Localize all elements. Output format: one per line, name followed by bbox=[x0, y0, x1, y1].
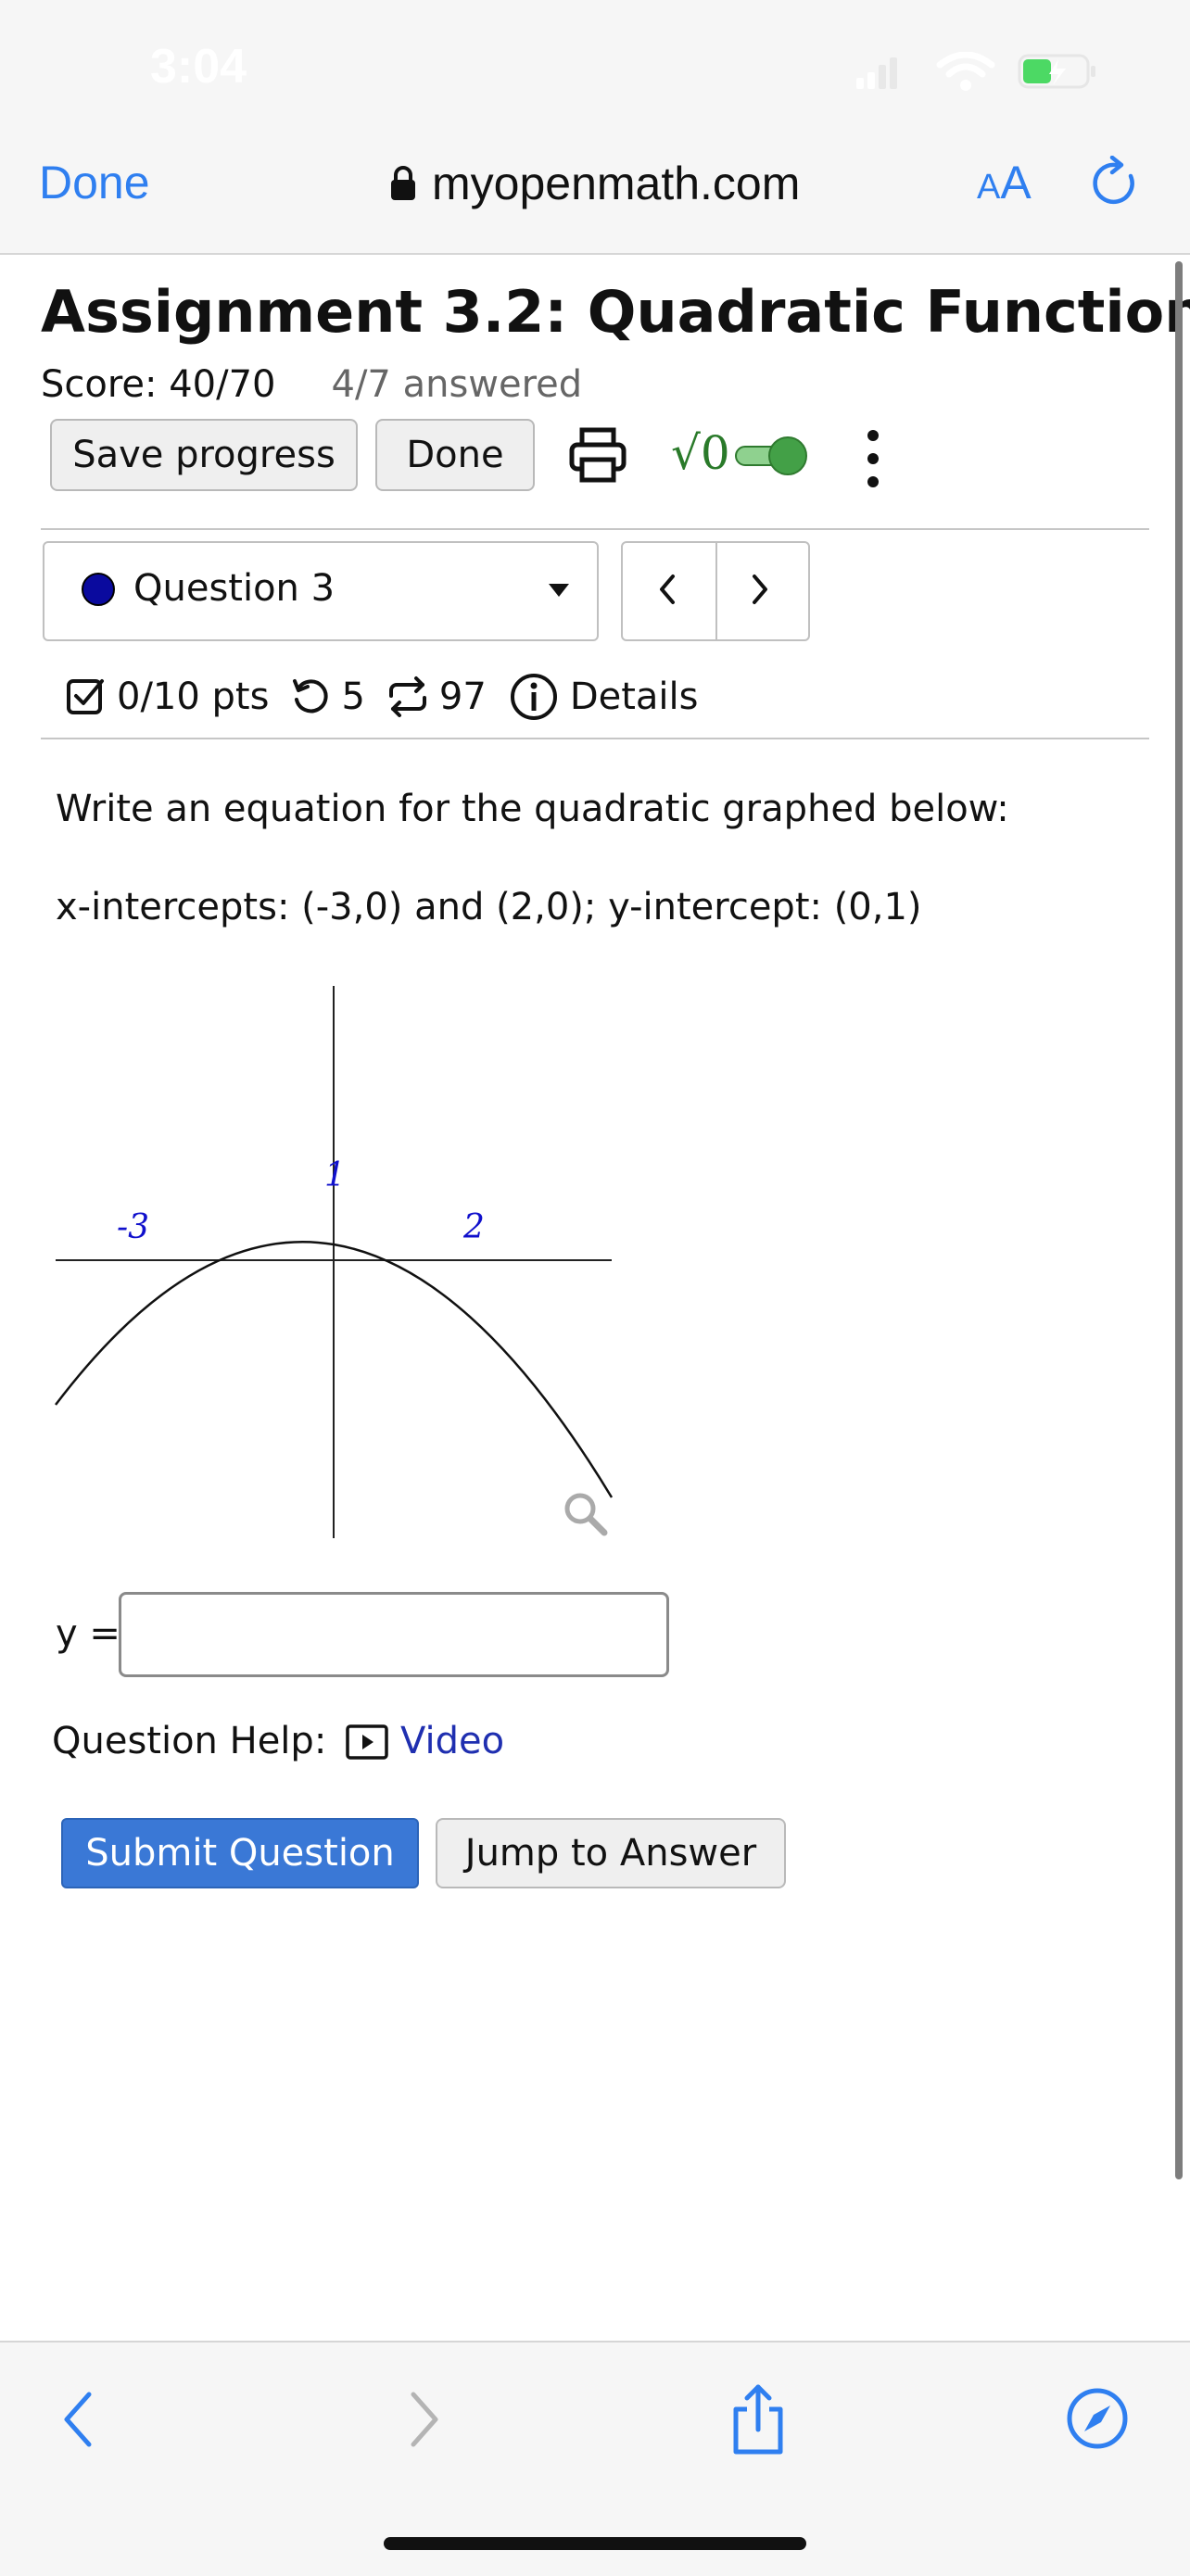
graph-label-y-top: 1 bbox=[324, 1156, 346, 1194]
question-select-label: Question 3 bbox=[133, 567, 335, 610]
print-icon[interactable] bbox=[567, 424, 628, 486]
checkbox-icon bbox=[67, 679, 104, 714]
info-icon[interactable] bbox=[509, 672, 559, 722]
done-button[interactable]: Done bbox=[375, 419, 535, 491]
question-meta: 0/10 pts 5 97 Details bbox=[65, 669, 698, 725]
retry-icon bbox=[293, 679, 329, 713]
magnify-icon[interactable] bbox=[562, 1490, 610, 1538]
reload-icon[interactable] bbox=[1090, 156, 1142, 211]
address-bar[interactable]: myopenmath.com bbox=[389, 154, 800, 213]
status-time: 3:04 bbox=[150, 40, 247, 94]
forward-icon[interactable] bbox=[406, 2389, 443, 2450]
page-title: Assignment 3.2: Quadratic Functions bbox=[41, 278, 1190, 346]
cellular-signal-icon bbox=[856, 57, 897, 89]
question-prompt: Write an equation for the quadratic grap… bbox=[56, 788, 1009, 830]
more-options-icon[interactable] bbox=[862, 428, 884, 489]
browser-done-button[interactable]: Done bbox=[39, 156, 150, 209]
text-size-small: A bbox=[977, 168, 1001, 207]
previous-question-button[interactable] bbox=[649, 567, 686, 612]
compass-icon[interactable] bbox=[1066, 2387, 1129, 2450]
wifi-icon bbox=[936, 52, 995, 91]
points-text: 0/10 pts bbox=[117, 676, 270, 718]
score-row: Score: 40/70 4/7 answered bbox=[41, 363, 582, 406]
lock-icon bbox=[391, 166, 415, 200]
divider bbox=[41, 528, 1149, 530]
next-question-button[interactable] bbox=[741, 567, 779, 612]
answer-input[interactable] bbox=[119, 1592, 669, 1677]
video-help-link[interactable]: Video bbox=[400, 1720, 504, 1762]
back-icon[interactable] bbox=[59, 2389, 96, 2450]
tries-count: 5 bbox=[341, 676, 365, 718]
divider bbox=[41, 738, 1149, 739]
question-help-label: Question Help: bbox=[52, 1720, 327, 1762]
submit-question-button[interactable]: Submit Question bbox=[61, 1818, 419, 1888]
graph-label-x-right: 2 bbox=[462, 1208, 485, 1246]
page-scrollbar[interactable] bbox=[1175, 261, 1183, 2179]
math-entry-icon: √0 bbox=[671, 426, 730, 480]
share-icon[interactable] bbox=[728, 2381, 788, 2456]
score-text: Score: 40/70 bbox=[41, 363, 276, 406]
question-status-dot bbox=[82, 573, 115, 606]
battery-icon bbox=[1018, 54, 1095, 89]
versions-icon bbox=[388, 676, 426, 717]
details-link[interactable]: Details bbox=[570, 676, 699, 718]
intercepts-text: x-intercepts: (-3,0) and (2,0); y-interc… bbox=[56, 886, 922, 928]
home-indicator bbox=[384, 2537, 806, 2550]
url-text: myopenmath.com bbox=[432, 158, 801, 209]
answer-label: y = bbox=[56, 1612, 120, 1655]
save-progress-button[interactable]: Save progress bbox=[50, 419, 358, 491]
math-entry-toggle[interactable] bbox=[734, 436, 810, 476]
jump-to-answer-button[interactable]: Jump to Answer bbox=[436, 1818, 786, 1888]
answered-count: 4/7 answered bbox=[331, 363, 583, 406]
caret-down-icon bbox=[549, 584, 569, 597]
graph-label-x-left: -3 bbox=[117, 1208, 149, 1246]
quadratic-graph[interactable]: -3 2 1 bbox=[52, 980, 625, 1542]
text-size-button[interactable]: AA bbox=[977, 156, 1032, 209]
text-size-big: A bbox=[1000, 157, 1032, 208]
video-icon[interactable] bbox=[345, 1724, 389, 1761]
versions-count: 97 bbox=[438, 676, 487, 718]
